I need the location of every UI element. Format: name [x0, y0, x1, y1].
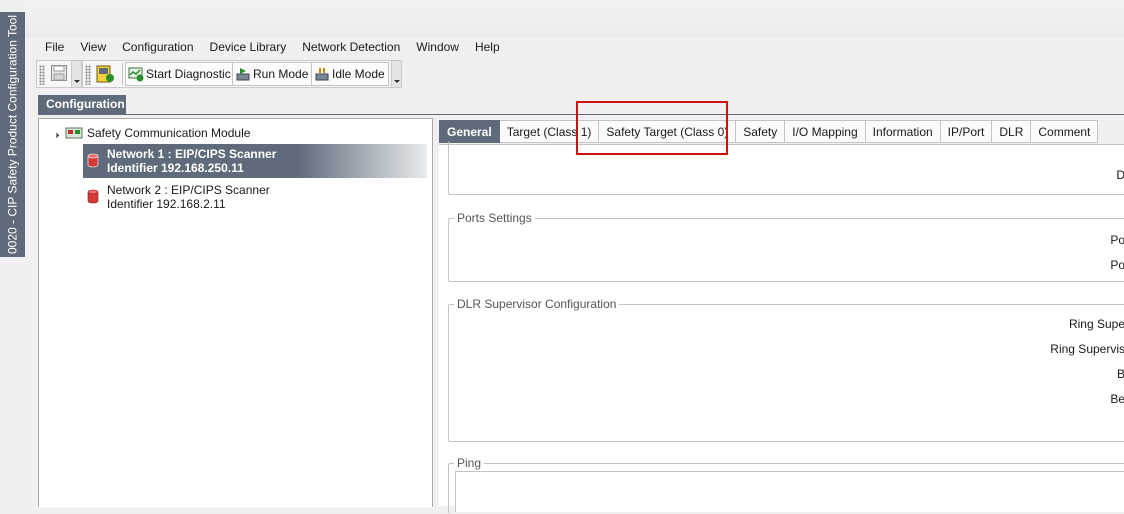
network-name: Network 2 : EIP/CIPS Scanner: [107, 183, 270, 197]
network-database-icon: [87, 189, 99, 204]
idle-mode-icon: [314, 66, 330, 82]
toolbar-grip[interactable]: [85, 65, 91, 85]
ports-settings-title: Ports Settings: [454, 211, 535, 225]
port-label: Po: [1110, 258, 1124, 272]
dlr-supervisor-title: DLR Supervisor Configuration: [454, 297, 620, 311]
dlr-field-label: Be: [1110, 392, 1124, 406]
menu-network-detection[interactable]: Network Detection: [294, 38, 408, 56]
ports-settings-group: Ports Settings Po Po: [448, 211, 1124, 282]
save-icon[interactable]: [50, 64, 68, 82]
tree-network-label: Network 1 : EIP/CIPS Scanner Identifier …: [107, 147, 276, 175]
tab-general[interactable]: General: [439, 120, 500, 143]
idle-mode-button[interactable]: Idle Mode: [311, 62, 389, 86]
highlight-box: [576, 101, 728, 155]
toolbar-separator: [122, 63, 123, 85]
top-group-label: D: [1116, 168, 1124, 182]
tab-ip-port[interactable]: IP/Port: [940, 120, 993, 143]
tree-network-1[interactable]: Network 1 : EIP/CIPS Scanner Identifier …: [83, 144, 427, 178]
tab-information[interactable]: Information: [865, 120, 941, 143]
tree-network-2[interactable]: Network 2 : EIP/CIPS Scanner Identifier …: [83, 180, 427, 214]
diagnostic-icon: [128, 66, 144, 82]
configuration-panel-title[interactable]: Configuration: [38, 95, 126, 114]
run-mode-button[interactable]: Run Mode: [232, 62, 313, 86]
menu-window[interactable]: Window: [408, 38, 467, 56]
tree-root-label: Safety Communication Module: [87, 126, 251, 140]
menu-view[interactable]: View: [72, 38, 114, 56]
run-mode-icon: [235, 66, 251, 82]
menu-device-library[interactable]: Device Library: [202, 38, 295, 56]
toolbar-overflow-dropdown[interactable]: [391, 60, 402, 88]
network-database-icon: [87, 153, 99, 168]
ping-group: Ping: [448, 456, 1124, 514]
title-region: [25, 0, 1124, 38]
tab-safety[interactable]: Safety: [736, 120, 786, 143]
top-settings-group: D: [448, 141, 1124, 195]
menu-bar: File View Configuration Device Library N…: [37, 38, 508, 56]
network-identifier: Identifier 192.168.2.11: [107, 197, 226, 211]
menu-help[interactable]: Help: [467, 38, 508, 56]
dlr-field-label: Ring Supervis: [1050, 342, 1124, 356]
dlr-supervisor-group: DLR Supervisor Configuration Ring Supe R…: [448, 297, 1124, 442]
device-config-icon[interactable]: [95, 64, 115, 84]
menu-file[interactable]: File: [37, 38, 72, 56]
network-identifier: Identifier 192.168.250.11: [107, 161, 244, 175]
toolbar-overflow-dropdown[interactable]: [71, 60, 82, 88]
dlr-field-label: B: [1116, 367, 1124, 381]
toolbar-grip[interactable]: [39, 65, 45, 85]
tab-comment[interactable]: Comment: [1031, 120, 1099, 143]
idle-mode-label: Idle Mode: [332, 67, 385, 81]
general-tab-content: D Ports Settings Po Po DLR Supervisor Co…: [439, 141, 1124, 514]
tab-io-mapping[interactable]: I/O Mapping: [785, 120, 866, 143]
vertical-title-bar: 0020 - CIP Safety Product Configuration …: [0, 12, 25, 257]
module-icon: [65, 126, 83, 140]
ping-title: Ping: [454, 456, 485, 470]
tree-network-label: Network 2 : EIP/CIPS Scanner Identifier …: [107, 183, 270, 211]
dlr-field-label: Ring Supe: [1068, 317, 1124, 331]
start-diagnostic-label: Start Diagnostic: [146, 67, 231, 81]
tab-dlr[interactable]: DLR: [992, 120, 1032, 143]
collapse-arrow-icon[interactable]: [50, 129, 60, 138]
configuration-tree: Safety Communication Module Network 1 : …: [38, 118, 433, 507]
start-diagnostic-button[interactable]: Start Diagnostic: [125, 62, 235, 86]
network-name: Network 1 : EIP/CIPS Scanner: [107, 147, 277, 161]
tree-root-node[interactable]: Safety Communication Module: [50, 125, 251, 141]
port-label: Po: [1110, 233, 1124, 247]
menu-configuration[interactable]: Configuration: [114, 38, 201, 56]
app-title: 0020 - CIP Safety Product Configuration …: [5, 14, 20, 255]
run-mode-label: Run Mode: [253, 67, 309, 81]
